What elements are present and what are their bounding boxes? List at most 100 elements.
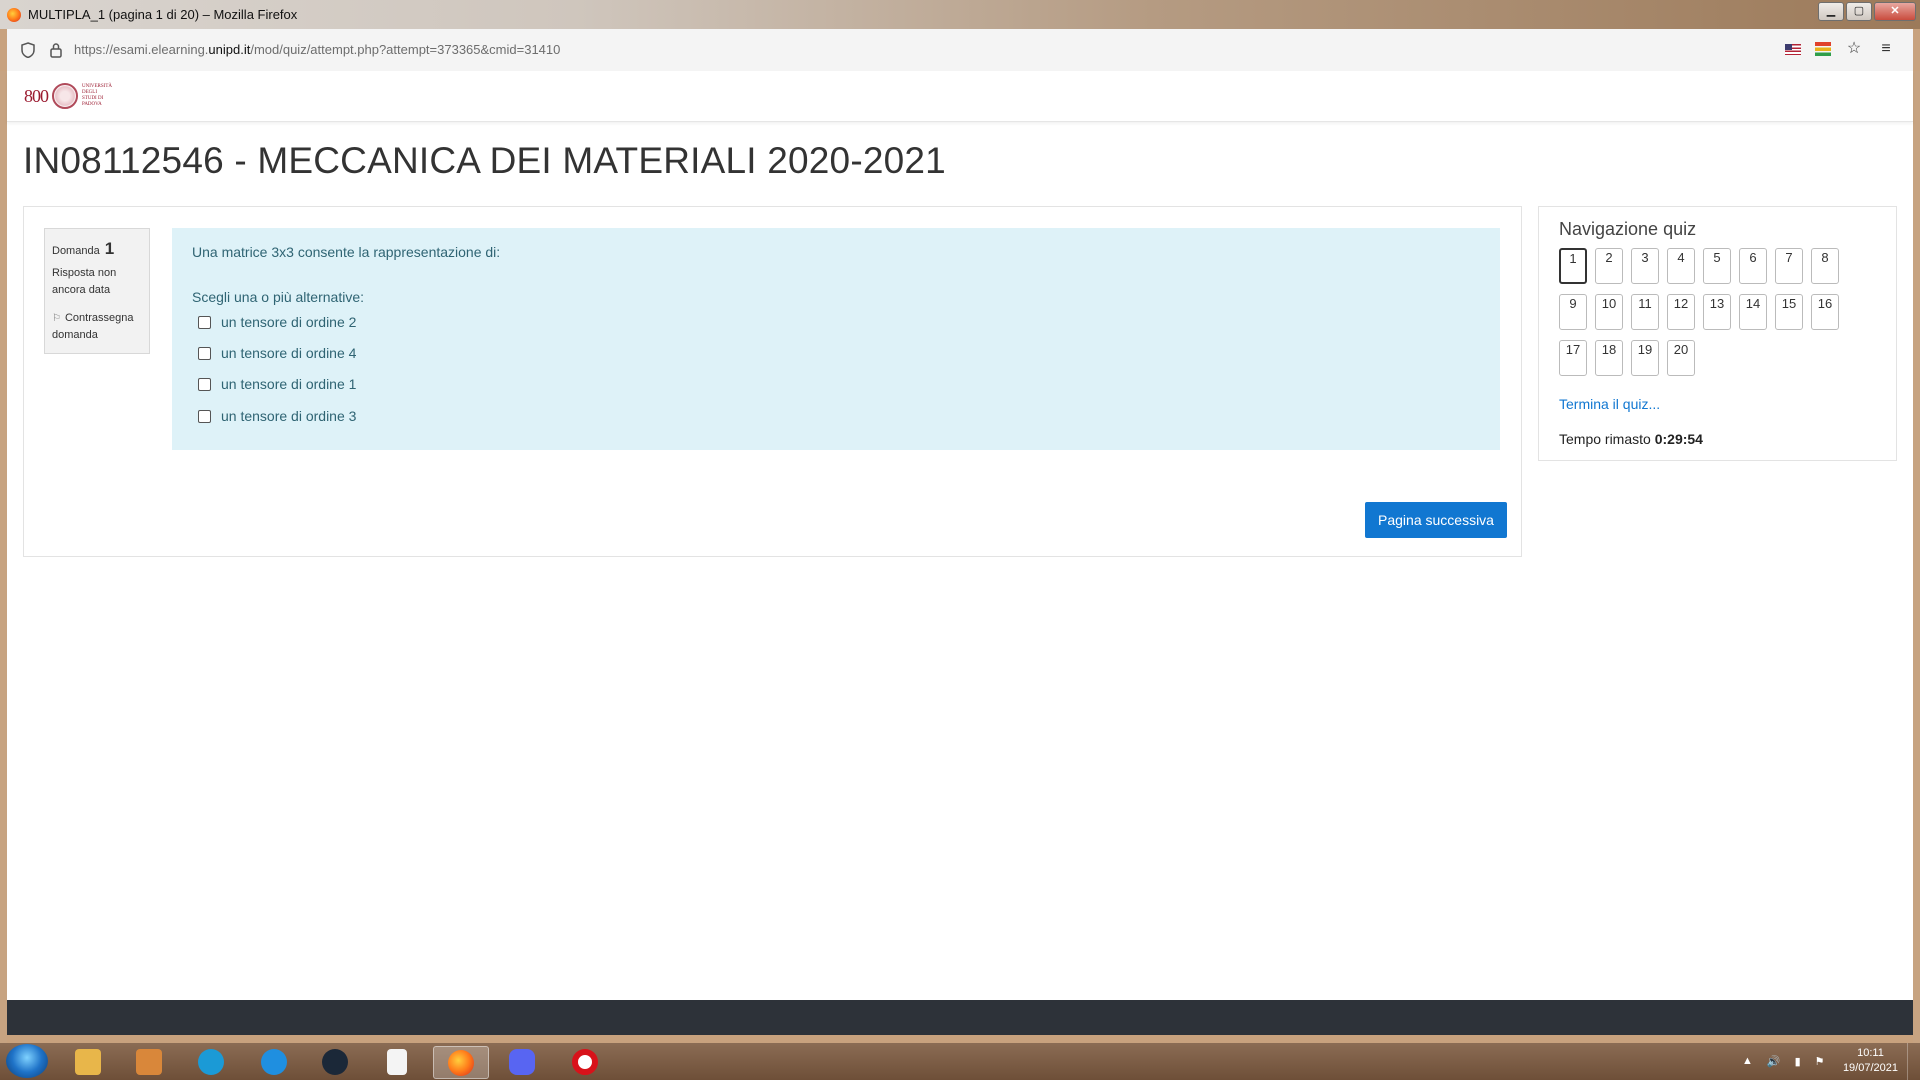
clock[interactable]: 10:11 19/07/2021 bbox=[1843, 1046, 1898, 1076]
battlenet-icon bbox=[261, 1048, 287, 1075]
taskbar-file[interactable] bbox=[375, 1046, 419, 1077]
answer-option-3[interactable]: un tensore di ordine 1 bbox=[198, 376, 356, 392]
answer-option-4[interactable]: un tensore di ordine 3 bbox=[198, 408, 356, 424]
answer-label[interactable]: un tensore di ordine 4 bbox=[221, 345, 356, 361]
site-navbar: 800 UNIVERSITÀ DEGLI STUDI DI PADOVA bbox=[7, 71, 1913, 122]
finish-quiz-link[interactable]: Termina il quiz... bbox=[1559, 396, 1660, 412]
folder-icon bbox=[75, 1048, 101, 1075]
university-seal-icon bbox=[52, 83, 78, 109]
timer: Tempo rimasto 0:29:54 bbox=[1559, 431, 1703, 447]
taskbar-steam[interactable] bbox=[313, 1046, 357, 1077]
document-icon bbox=[387, 1048, 407, 1075]
answer-checkbox[interactable] bbox=[198, 377, 211, 391]
taskbar-file-explorer[interactable] bbox=[66, 1046, 110, 1077]
maximize-button[interactable]: ▢ bbox=[1846, 2, 1872, 21]
taskbar-discord[interactable] bbox=[500, 1046, 544, 1077]
question-card: Domanda 1 Risposta non ancora data ⚐ Cont… bbox=[23, 206, 1522, 557]
taskbar-battlenet[interactable] bbox=[252, 1046, 296, 1077]
quiz-nav-button[interactable]: 8 bbox=[1811, 248, 1839, 284]
firefox-icon bbox=[7, 8, 21, 22]
network-icon[interactable]: ▮ bbox=[1795, 1055, 1801, 1068]
answer-option-2[interactable]: un tensore di ordine 4 bbox=[198, 345, 356, 361]
question-number: Domanda 1 bbox=[52, 239, 114, 259]
quiz-nav-button[interactable]: 12 bbox=[1667, 294, 1695, 330]
quiz-nav-button[interactable]: 20 bbox=[1667, 340, 1695, 376]
flag-question-link[interactable]: ⚐ Contrassegna domanda bbox=[52, 310, 146, 344]
url-bar[interactable]: https://esami.elearning.unipd.it/mod/qui… bbox=[74, 42, 560, 57]
taskbar-firefox[interactable] bbox=[433, 1046, 489, 1079]
quiz-nav-button[interactable]: 13 bbox=[1703, 294, 1731, 330]
flag-question-label: Contrassegna domanda bbox=[52, 312, 134, 341]
quiz-nav-button[interactable]: 16 bbox=[1811, 294, 1839, 330]
next-page-button[interactable]: Pagina successiva bbox=[1365, 502, 1507, 538]
answer-checkbox[interactable] bbox=[198, 346, 211, 360]
question-num: 1 bbox=[104, 239, 115, 258]
firefox-icon bbox=[448, 1049, 474, 1076]
quiz-nav-button[interactable]: 15 bbox=[1775, 294, 1803, 330]
system-tray: ▲ 🔊 ▮ ⚑ 10:11 19/07/2021 bbox=[1730, 1043, 1920, 1080]
quiz-nav-button[interactable]: 17 bbox=[1559, 340, 1587, 376]
bookmark-star-icon[interactable]: ☆ bbox=[1845, 40, 1863, 58]
extension-stack-icon[interactable] bbox=[1815, 42, 1831, 56]
minimize-button[interactable]: ▁ bbox=[1818, 2, 1844, 21]
university-logo[interactable]: 800 UNIVERSITÀ DEGLI STUDI DI PADOVA bbox=[24, 82, 112, 110]
language-flag-icon[interactable] bbox=[1785, 43, 1801, 55]
quiz-nav-button[interactable]: 11 bbox=[1631, 294, 1659, 330]
page-content: 800 UNIVERSITÀ DEGLI STUDI DI PADOVA IN0… bbox=[7, 71, 1913, 1000]
logitech-icon bbox=[198, 1048, 224, 1075]
taskbar-opera[interactable] bbox=[563, 1046, 607, 1077]
window-border-left bbox=[0, 71, 7, 1043]
answer-prompt: Scegli una o più alternative: bbox=[192, 289, 364, 305]
lock-icon[interactable] bbox=[49, 42, 63, 58]
start-button[interactable] bbox=[6, 1044, 48, 1078]
quiz-nav-button[interactable]: 2 bbox=[1595, 248, 1623, 284]
shield-icon[interactable] bbox=[21, 42, 35, 58]
show-desktop-button[interactable] bbox=[1907, 1043, 1920, 1080]
quiz-nav-button[interactable]: 14 bbox=[1739, 294, 1767, 330]
menu-icon[interactable]: ≡ bbox=[1877, 40, 1895, 58]
clock-date: 19/07/2021 bbox=[1842, 1062, 1898, 1074]
question-label: Domanda bbox=[52, 245, 100, 257]
window-border-right bbox=[1913, 71, 1920, 1043]
taskbar: ▲ 🔊 ▮ ⚑ 10:11 19/07/2021 bbox=[0, 1043, 1920, 1080]
page-title: IN08112546 - MECCANICA DEI MATERIALI 202… bbox=[23, 140, 946, 181]
answer-option-1[interactable]: un tensore di ordine 2 bbox=[198, 314, 356, 330]
volume-icon[interactable]: 🔊 bbox=[1767, 1055, 1781, 1068]
title-bar: MULTIPLA_1 (pagina 1 di 20) – Mozilla Fi… bbox=[0, 0, 1920, 29]
quiz-nav-button[interactable]: 19 bbox=[1631, 340, 1659, 376]
quiz-nav-button[interactable]: 6 bbox=[1739, 248, 1767, 284]
url-domain: unipd.it bbox=[208, 42, 251, 57]
answer-checkbox[interactable] bbox=[198, 409, 211, 423]
quiz-nav-button[interactable]: 18 bbox=[1595, 340, 1623, 376]
quiz-nav-button[interactable]: 1 bbox=[1559, 248, 1587, 284]
browser-window: MULTIPLA_1 (pagina 1 di 20) – Mozilla Fi… bbox=[0, 0, 1920, 1043]
quiz-nav-title: Navigazione quiz bbox=[1559, 219, 1697, 239]
quiz-nav-button[interactable]: 7 bbox=[1775, 248, 1803, 284]
opera-icon bbox=[572, 1048, 598, 1075]
answer-label[interactable]: un tensore di ordine 3 bbox=[221, 408, 356, 424]
steam-icon bbox=[322, 1048, 348, 1075]
taskbar-media-player[interactable] bbox=[127, 1046, 171, 1077]
quiz-nav-button[interactable]: 3 bbox=[1631, 248, 1659, 284]
quiz-nav-button[interactable]: 10 bbox=[1595, 294, 1623, 330]
question-text: Una matrice 3x3 consente la rappresentaz… bbox=[192, 244, 501, 260]
flag-icon: ⚐ bbox=[52, 313, 61, 324]
quiz-navigation: Navigazione quiz 1 2 3 4 5 6 7 8 9 10 11… bbox=[1538, 206, 1897, 461]
quiz-nav-button[interactable]: 4 bbox=[1667, 248, 1695, 284]
discord-icon bbox=[509, 1048, 535, 1075]
action-center-icon[interactable]: ⚑ bbox=[1815, 1055, 1825, 1068]
window-title: MULTIPLA_1 (pagina 1 di 20) – Mozilla Fi… bbox=[28, 7, 298, 22]
answer-label[interactable]: un tensore di ordine 2 bbox=[221, 314, 356, 330]
logo-800: 800 bbox=[24, 85, 49, 106]
quiz-nav-button[interactable]: 5 bbox=[1703, 248, 1731, 284]
page-footer bbox=[7, 1000, 1913, 1035]
answer-label[interactable]: un tensore di ordine 1 bbox=[221, 376, 356, 392]
answer-checkbox[interactable] bbox=[198, 315, 211, 329]
taskbar-logitech[interactable] bbox=[189, 1046, 233, 1077]
quiz-nav-button[interactable]: 9 bbox=[1559, 294, 1587, 330]
timer-label: Tempo rimasto bbox=[1559, 431, 1651, 447]
timer-value: 0:29:54 bbox=[1654, 431, 1703, 447]
tray-expand-icon[interactable]: ▲ bbox=[1742, 1055, 1753, 1068]
close-button[interactable]: ✕ bbox=[1874, 2, 1916, 21]
browser-toolbar: https://esami.elearning.unipd.it/mod/qui… bbox=[7, 29, 1913, 72]
